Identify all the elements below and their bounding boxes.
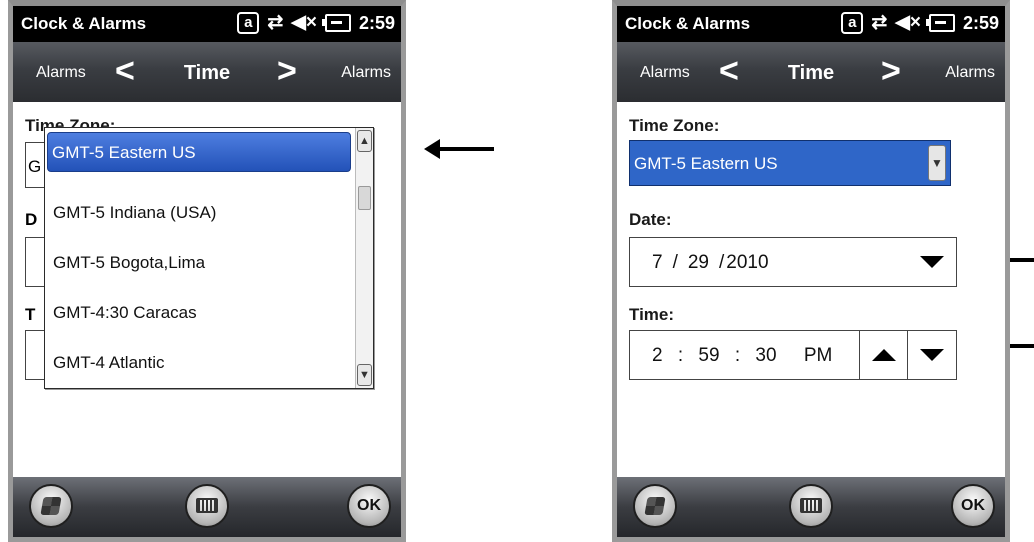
dropdown-arrow-icon[interactable]: ▼ (928, 145, 946, 181)
date-day[interactable]: 29 (688, 252, 709, 273)
content-area: Time Zone: GMT-5 Eastern US ▼ Date: 7/29… (617, 102, 1005, 472)
at-icon: a (237, 12, 260, 34)
date-label: Date: (629, 210, 672, 229)
list-item[interactable]: GMT-5 Indiana (USA) (45, 188, 357, 238)
list-item[interactable]: GMT-4:30 Caracas (45, 288, 357, 338)
triangle-down-icon (920, 349, 944, 361)
scroll-down-icon[interactable]: ▼ (357, 364, 372, 386)
speaker-mute-icon[interactable]: ◀× (291, 11, 317, 35)
time-ampm[interactable]: PM (804, 345, 833, 366)
status-title: Clock & Alarms (625, 14, 751, 33)
keyboard-icon (800, 498, 822, 514)
time-label: Time: (629, 305, 675, 324)
at-icon: a (841, 12, 864, 34)
sync-icon: ⇄ (267, 12, 284, 33)
status-clock[interactable]: 2:59 (963, 11, 999, 35)
windows-start-button[interactable] (29, 484, 73, 528)
date-value[interactable]: 7/29/2010 (652, 252, 769, 274)
ok-button[interactable]: OK (347, 484, 391, 528)
keyboard-button[interactable] (789, 484, 833, 528)
date-year[interactable]: 2010 (726, 252, 768, 273)
chevron-down-icon[interactable] (920, 256, 944, 268)
status-clock[interactable]: 2:59 (359, 11, 395, 35)
battery-icon (925, 14, 955, 32)
list-item[interactable]: GMT-5 Bogota,Lima (45, 238, 357, 288)
tab-navigation: Alarms < Time > Alarms (13, 42, 401, 102)
list-item[interactable]: GMT-4 Atlantic (45, 338, 357, 388)
keyboard-button[interactable] (185, 484, 229, 528)
nav-next-label[interactable]: Alarms (341, 64, 391, 82)
windows-start-icon (40, 496, 62, 515)
device-screen-left: Clock & Alarms a ⇄ ◀× 2:59 Alarms < Time… (8, 0, 406, 542)
status-icons: a ⇄ ◀× 2:59 (237, 11, 395, 35)
time-zone-label: Time Zone: (629, 116, 720, 135)
windows-start-button[interactable] (633, 484, 677, 528)
taskbar: OK (13, 477, 401, 537)
status-bar: Clock & Alarms a ⇄ ◀× 2:59 (617, 6, 1005, 42)
taskbar: OK (617, 477, 1005, 537)
time-increment-button[interactable] (859, 331, 908, 379)
status-bar: Clock & Alarms a ⇄ ◀× 2:59 (13, 6, 401, 42)
time-zone-select[interactable]: GMT-5 Eastern US ▼ (629, 140, 951, 186)
time-hour[interactable]: 2 (652, 345, 663, 366)
chevron-right-icon[interactable]: > (881, 52, 901, 90)
device-screen-right: Clock & Alarms a ⇄ ◀× 2:59 Alarms < Time… (612, 0, 1010, 542)
battery-icon (321, 14, 351, 32)
time-second[interactable]: 30 (755, 345, 776, 366)
status-title: Clock & Alarms (21, 14, 147, 33)
list-item[interactable]: GMT-5 Eastern US (47, 132, 351, 172)
time-label: T (25, 305, 36, 324)
time-picker[interactable]: 2 : 59 : 30 PM (629, 330, 957, 380)
scroll-thumb[interactable] (358, 186, 371, 210)
time-value[interactable]: 2 : 59 : 30 PM (652, 345, 832, 367)
speaker-mute-icon[interactable]: ◀× (895, 11, 921, 35)
ok-button[interactable]: OK (951, 484, 995, 528)
triangle-up-icon (872, 349, 896, 361)
status-icons: a ⇄ ◀× 2:59 (841, 11, 999, 35)
time-decrement-button[interactable] (907, 331, 956, 379)
time-zone-dropdown-list[interactable]: GMT-5 Eastern US GMT-5 Indiana (USA) GMT… (44, 127, 374, 389)
date-month[interactable]: 7 (652, 252, 663, 273)
date-label: D (25, 210, 38, 229)
nav-next-label[interactable]: Alarms (945, 64, 995, 82)
tab-navigation: Alarms < Time > Alarms (617, 42, 1005, 102)
callout-arrow-dropdown (424, 139, 494, 159)
date-picker[interactable]: 7/29/2010 (629, 237, 957, 287)
sync-icon: ⇄ (871, 12, 888, 33)
time-zone-value: GMT-5 Eastern US (634, 154, 778, 173)
scrollbar[interactable]: ▲ ▼ (355, 128, 373, 388)
time-minute[interactable]: 59 (698, 345, 719, 366)
keyboard-icon (196, 498, 218, 514)
windows-start-icon (644, 496, 666, 515)
chevron-right-icon[interactable]: > (277, 52, 297, 90)
scroll-up-icon[interactable]: ▲ (357, 130, 372, 152)
